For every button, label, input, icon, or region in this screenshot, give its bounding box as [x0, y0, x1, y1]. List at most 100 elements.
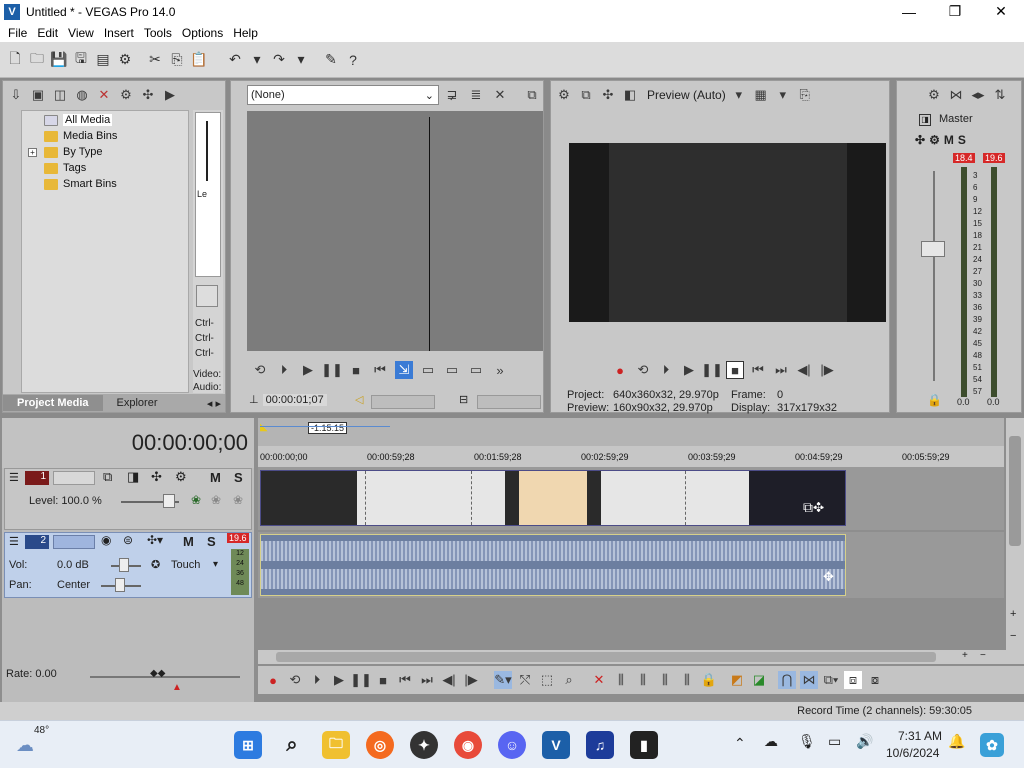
solo-button[interactable]: S: [958, 133, 966, 147]
master-fader-handle[interactable]: [921, 241, 945, 257]
tree-item-smart-bins[interactable]: Smart Bins: [44, 176, 117, 192]
loop-icon[interactable]: ⟲: [251, 361, 269, 379]
delete-icon[interactable]: ✕: [590, 671, 608, 689]
next-icon[interactable]: ⏭: [772, 361, 790, 379]
make-compositing-child-icon[interactable]: ❀: [233, 493, 243, 507]
copy-snapshot-icon[interactable]: ⎘: [796, 86, 814, 104]
master-properties-icon[interactable]: ⚙: [925, 86, 943, 104]
audacity-icon[interactable]: ♫: [586, 731, 614, 759]
composite-parent-icon[interactable]: ❀: [211, 493, 221, 507]
chevron-down-icon[interactable]: ▾: [730, 86, 748, 104]
fit-icon[interactable]: ▭: [467, 361, 485, 379]
insert-region-icon[interactable]: ◪: [750, 671, 768, 689]
audio-track-lane[interactable]: ✥: [258, 532, 1004, 598]
preview-fx-icon[interactable]: ✣: [599, 86, 617, 104]
firefox-icon[interactable]: ◎: [366, 731, 394, 759]
open-folder-icon[interactable]: 🗀: [28, 50, 46, 69]
play-from-start-icon[interactable]: ⏵: [275, 361, 293, 379]
paste-icon[interactable]: 📋: [190, 51, 208, 69]
automation-icon[interactable]: ✪: [151, 558, 160, 571]
next-frame-icon[interactable]: |▶: [818, 361, 836, 379]
media-thumbnail[interactable]: Le: [195, 112, 221, 277]
trim-icon[interactable]: ⫼: [612, 671, 630, 689]
app-icon[interactable]: ▮: [630, 731, 658, 759]
pan-slider-handle[interactable]: [115, 578, 125, 592]
preview-screen[interactable]: [569, 143, 886, 322]
next-frame-icon[interactable]: |▶: [462, 671, 480, 689]
insert-icon[interactable]: ▭: [419, 361, 437, 379]
tree-item-media-bins[interactable]: Media Bins: [44, 128, 117, 144]
zoom-out-icon[interactable]: −: [1010, 630, 1016, 642]
tab-project-media[interactable]: Project Media: [3, 395, 103, 411]
stop-icon[interactable]: ■: [374, 671, 392, 689]
track-fx-icon[interactable]: ✣▾: [147, 533, 163, 547]
video-track-lane[interactable]: ⧉✥: [258, 468, 1004, 530]
vegas-taskbar-icon[interactable]: V: [542, 731, 570, 759]
expand-icon[interactable]: +: [28, 148, 37, 157]
previous-icon[interactable]: ⏮: [749, 361, 767, 379]
envelope-tool-icon[interactable]: ⤲: [516, 671, 534, 689]
weather-widget[interactable]: ☁ 48°: [16, 725, 49, 757]
copilot-icon[interactable]: ✿: [980, 733, 1004, 757]
volume-slider-handle[interactable]: [119, 558, 129, 572]
vertical-scroll-thumb[interactable]: [1009, 436, 1021, 546]
mute-button[interactable]: M: [183, 534, 194, 549]
menu-file[interactable]: File: [4, 26, 33, 40]
get-media-icon[interactable]: ◫: [51, 86, 69, 104]
composite-mode-icon[interactable]: ◨: [127, 469, 139, 485]
track-name-field[interactable]: [53, 471, 95, 485]
start-button-icon[interactable]: ⊞: [234, 731, 262, 759]
play-icon[interactable]: ▶: [330, 671, 348, 689]
automation-mode[interactable]: Touch: [171, 559, 200, 571]
media-properties-icon[interactable]: ⚙: [117, 86, 135, 104]
tree-item-by-type[interactable]: By Type: [44, 144, 103, 160]
invert-phase-icon[interactable]: ⊜: [123, 533, 133, 547]
maximize-button[interactable]: ❐: [932, 0, 978, 23]
device-preview-icon[interactable]: ⧉: [577, 86, 595, 104]
menu-help[interactable]: Help: [229, 26, 264, 40]
crop-icon[interactable]: ⧉✥: [803, 499, 824, 516]
davinci-icon[interactable]: ✦: [410, 731, 438, 759]
tree-item-tags[interactable]: Tags: [44, 160, 86, 176]
chevron-up-icon[interactable]: ⌃: [734, 735, 746, 752]
new-file-icon[interactable]: 🗋: [6, 50, 24, 69]
insert-marker-icon[interactable]: ◩: [728, 671, 746, 689]
lock-icon[interactable]: 🔒: [700, 671, 718, 689]
split-screen-icon[interactable]: ◧: [621, 86, 639, 104]
go-to-end-icon[interactable]: ⏭: [418, 671, 436, 689]
menu-options[interactable]: Options: [178, 26, 229, 40]
trimmer-display[interactable]: [247, 111, 543, 351]
dim-output-icon[interactable]: ◂▸: [969, 86, 987, 104]
cut-icon[interactable]: ✂: [146, 51, 164, 69]
trim-start-icon[interactable]: ⫼: [634, 671, 652, 689]
play-icon[interactable]: ▶: [680, 361, 698, 379]
track-gear-icon[interactable]: ⚙: [175, 469, 187, 485]
level-slider-handle[interactable]: [163, 494, 175, 508]
zoom-tool-icon[interactable]: ⌕: [560, 671, 578, 689]
video-clip[interactable]: ⧉✥: [260, 470, 846, 526]
volume-icon[interactable]: 🔊: [856, 733, 873, 750]
save-as-icon[interactable]: 🖫: [72, 50, 90, 69]
minimize-button[interactable]: —: [886, 0, 932, 23]
preview-quality-dropdown[interactable]: Preview (Auto): [647, 88, 726, 102]
media-fx-icon[interactable]: ✣: [139, 86, 157, 104]
stop-icon[interactable]: ■: [726, 361, 744, 379]
chevron-down-icon[interactable]: ▾: [774, 86, 792, 104]
downmix-icon[interactable]: ⋈: [947, 86, 965, 104]
track-expand-icon[interactable]: ☰: [9, 471, 19, 484]
overwrite-icon[interactable]: ▭: [443, 361, 461, 379]
previous-frame-icon[interactable]: ◀|: [795, 361, 813, 379]
redo-icon[interactable]: ↷: [270, 51, 288, 69]
zoom-out-icon[interactable]: −: [980, 650, 986, 661]
snapping-icon[interactable]: ⋂: [778, 671, 796, 689]
loop-icon[interactable]: ⟲: [286, 671, 304, 689]
file-explorer-icon[interactable]: 🗀: [322, 731, 350, 759]
rate-slider-handle[interactable]: ◆◆: [150, 668, 165, 679]
ignore-grouping-icon[interactable]: ⧇: [866, 671, 884, 689]
record-icon[interactable]: ●: [264, 671, 282, 689]
go-to-start-icon[interactable]: ⏮: [396, 671, 414, 689]
pause-icon[interactable]: ❚❚: [701, 361, 723, 379]
trimmer-source-dropdown[interactable]: (None) ⌄: [247, 85, 439, 105]
timeline-horizontal-scrollbar[interactable]: + −: [258, 650, 1006, 664]
clock-time[interactable]: 7:31 AM: [898, 729, 942, 743]
